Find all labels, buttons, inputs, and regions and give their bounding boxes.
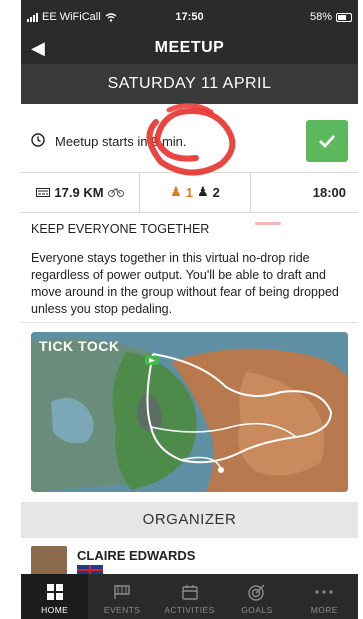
bike-icon: [107, 188, 124, 197]
tab-goals[interactable]: GOALS: [223, 574, 290, 619]
distance-stat: 17.9 KM: [21, 172, 139, 212]
meetup-start-text: Meetup starts in 9 min.: [55, 134, 187, 149]
rider-orange-icon: ♟: [170, 184, 182, 199]
meetup-start-row: Meetup starts in 9 min.: [21, 104, 358, 173]
description-body: Everyone stays together in this virtual …: [31, 251, 339, 316]
tab-more[interactable]: MORE: [291, 574, 358, 619]
tab-label: HOME: [41, 605, 69, 615]
distance-value: 17.9 KM: [54, 184, 104, 200]
organizer-name: CLAIRE EDWARDS: [77, 548, 196, 563]
battery-icon: [336, 12, 352, 22]
groups-stat: ♟ 1 ♟ 2: [139, 172, 250, 212]
calendar-icon: [181, 581, 198, 603]
group-count-b: 2: [212, 184, 220, 200]
organizer-section-header: ORGANIZER: [21, 502, 358, 538]
route-name: TICK TOCK: [39, 338, 120, 354]
home-grid-icon: [46, 581, 63, 603]
tab-label: MORE: [310, 605, 338, 615]
meetup-description: KEEP EVERYONE TOGETHER Everyone stays to…: [21, 212, 358, 318]
tab-label: ACTIVITIES: [164, 605, 215, 615]
route-distance-icon: [36, 187, 51, 197]
divider: [21, 322, 358, 323]
tab-events[interactable]: EVENTS: [88, 574, 155, 619]
target-icon: [248, 581, 266, 603]
more-dots-icon: [315, 581, 333, 603]
route-map-image: [31, 332, 348, 492]
nav-bar: ◀ MEETUP: [21, 30, 358, 64]
battery-percent: 58%: [309, 11, 332, 23]
group-count-a: 1: [185, 184, 193, 200]
start-time-stat: 18:00: [250, 172, 358, 212]
events-flag-icon: [113, 581, 131, 603]
route-map[interactable]: TICK TOCK: [31, 332, 348, 492]
organizer-row[interactable]: CLAIRE EDWARDS: [21, 538, 358, 580]
description-heading: KEEP EVERYONE TOGETHER: [31, 222, 210, 236]
meetup-date: SATURDAY 11 APRIL: [21, 64, 358, 104]
page-title: MEETUP: [154, 39, 225, 56]
tab-home[interactable]: HOME: [21, 574, 89, 619]
phone-screen: EE WiFiCall 17:50 58% ◀ MEETUP SATURDAY …: [21, 0, 358, 619]
clock-icon: [31, 133, 45, 147]
join-meetup-button[interactable]: [306, 120, 348, 162]
bottom-tab-bar: HOME EVENTS ACTIVITIES GOALS MORE: [21, 574, 358, 619]
tab-label: GOALS: [241, 605, 273, 615]
status-right: 58%: [310, 11, 352, 23]
rider-black-icon: ♟: [197, 184, 209, 199]
status-bar: EE WiFiCall 17:50 58%: [21, 0, 358, 30]
tab-label: EVENTS: [103, 605, 141, 615]
tab-activities[interactable]: ACTIVITIES: [156, 574, 223, 619]
meetup-stats: 17.9 KM ♟ 1 ♟ 2 18:00: [21, 172, 358, 213]
checkmark-icon: [319, 135, 336, 148]
clock-time: 17:50: [175, 11, 204, 23]
